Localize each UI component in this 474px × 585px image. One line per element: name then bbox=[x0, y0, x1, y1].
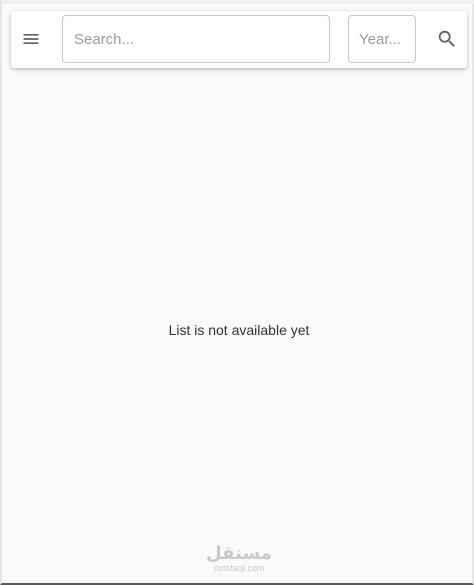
search-input[interactable] bbox=[62, 15, 330, 63]
year-input[interactable] bbox=[348, 15, 416, 63]
watermark-latin-text: mostaql.com bbox=[213, 563, 265, 573]
watermark-arabic-text: مستقل bbox=[206, 543, 272, 564]
search-button[interactable] bbox=[435, 27, 459, 51]
search-toolbar bbox=[11, 11, 467, 68]
search-icon bbox=[438, 30, 455, 47]
menu-button[interactable] bbox=[19, 27, 43, 51]
top-edge bbox=[2, 0, 474, 4]
menu-icon bbox=[23, 34, 39, 44]
mostaql-watermark: مستقل mostaql.com bbox=[199, 545, 279, 575]
app-frame: List is not available yet مستقل mostaql.… bbox=[0, 0, 474, 585]
empty-list-message: List is not available yet bbox=[168, 322, 310, 338]
